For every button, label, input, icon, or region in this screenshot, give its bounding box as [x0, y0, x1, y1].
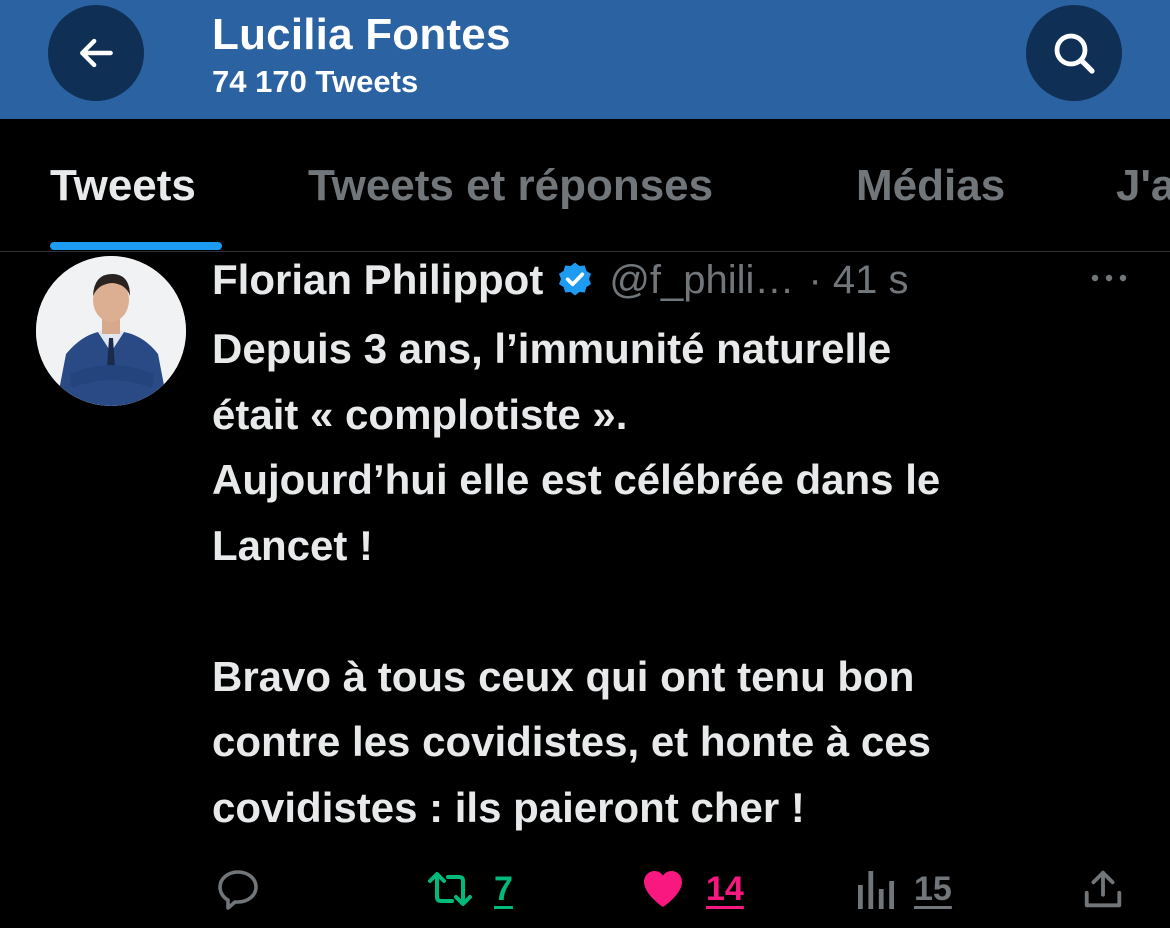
tweet-text-line: était « complotiste ».	[212, 390, 628, 438]
active-tab-indicator	[50, 242, 222, 250]
like-count: 14	[706, 869, 744, 908]
more-options-button[interactable]	[1086, 266, 1132, 290]
tweet-header: Florian Philippot @f_phili… · 41 s	[212, 254, 908, 306]
retweet-count: 7	[494, 869, 513, 908]
tab-jaime[interactable]: J'a	[1116, 161, 1170, 211]
heart-icon	[644, 871, 682, 907]
profile-header: Lucilia Fontes 74 170 Tweets	[0, 0, 1170, 119]
avatar[interactable]	[36, 256, 186, 406]
views-icon	[858, 871, 894, 909]
author-handle[interactable]: @f_phili…	[609, 258, 794, 303]
tab-tweets-et-reponses[interactable]: Tweets et réponses	[308, 161, 713, 211]
arrow-left-icon	[80, 38, 113, 68]
tweet-text-line: Aujourd’hui elle est célébrée dans le	[212, 456, 941, 503]
verified-badge-icon	[555, 260, 595, 300]
share-icon	[1084, 870, 1122, 908]
tweet-text-line: Lancet !	[212, 521, 374, 569]
tab-medias[interactable]: Médias	[856, 161, 1005, 211]
tweet-text-line: contre les covidistes, et honte à ces	[212, 718, 931, 765]
back-button[interactable]	[48, 5, 144, 101]
retweet-button[interactable]: 7	[424, 864, 513, 914]
tweet-text-line: Depuis 3 ans, l’immunité naturelle	[212, 325, 892, 372]
views-button[interactable]: 15	[854, 864, 952, 914]
avatar-photo	[36, 256, 186, 406]
divider	[0, 251, 1170, 252]
profile-tabs: Tweets Tweets et réponses Médias J'a	[0, 119, 1170, 251]
tweet-text-line: covidistes : ils paieront cher !	[212, 783, 805, 831]
reply-icon	[218, 870, 258, 910]
tab-tweets[interactable]: Tweets	[50, 161, 196, 211]
tweet-text-line: Bravo à tous ceux qui ont tenu bon	[212, 652, 915, 700]
tweet-text-line	[212, 578, 1132, 644]
tweet-text: Depuis 3 ans, l’immunité naturelle était…	[212, 316, 1132, 840]
more-icon	[1091, 274, 1127, 282]
search-icon	[1054, 33, 1095, 74]
share-button[interactable]	[1080, 864, 1126, 914]
tweet-timestamp: · 41 s	[808, 257, 909, 302]
tweet-count: 74 170 Tweets	[212, 64, 419, 99]
retweet-icon	[428, 872, 472, 906]
author-name[interactable]: Florian Philippot	[212, 256, 543, 304]
profile-name: Lucilia Fontes	[212, 10, 511, 59]
reply-button[interactable]	[214, 864, 262, 914]
search-button[interactable]	[1026, 5, 1122, 101]
like-button[interactable]: 14	[638, 864, 744, 914]
views-count: 15	[914, 869, 952, 908]
